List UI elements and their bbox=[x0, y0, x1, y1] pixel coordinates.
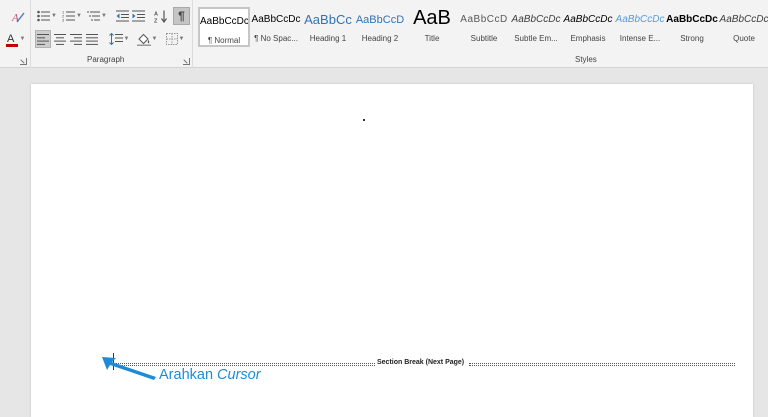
style-name: Quote bbox=[733, 34, 755, 43]
font-group-fragment: A A ▼ bbox=[0, 0, 30, 68]
borders-icon bbox=[165, 33, 178, 45]
borders-button[interactable]: ▼ bbox=[163, 30, 187, 48]
sort-button[interactable]: A Z bbox=[152, 7, 169, 25]
decrease-indent-icon bbox=[116, 10, 129, 22]
style-emphasis[interactable]: AaBbCcDc Emphasis bbox=[562, 7, 614, 47]
style-title[interactable]: AaB Title bbox=[406, 7, 458, 47]
svg-text:Z: Z bbox=[154, 18, 158, 23]
style-sample: AaBbCcDc bbox=[666, 14, 718, 25]
style-name: Heading 1 bbox=[309, 34, 347, 43]
style-sample: AaB bbox=[413, 7, 451, 29]
numbering-button[interactable]: 1 2 3 ▼ bbox=[60, 7, 84, 25]
style-sample: AaBbCcDc bbox=[563, 14, 613, 25]
style-name: Subtitle bbox=[470, 34, 498, 43]
styles-group-label: Styles bbox=[575, 55, 597, 64]
section-break-line-right bbox=[469, 363, 735, 366]
chevron-down-icon: ▼ bbox=[76, 13, 82, 19]
text-effects-button[interactable]: A bbox=[9, 8, 27, 26]
style-name: ¶ No Spac... bbox=[254, 34, 298, 43]
style-name: Title bbox=[424, 34, 440, 43]
style-name: ¶ Normal bbox=[207, 36, 241, 45]
style-sample: AaBbCcDc bbox=[719, 14, 768, 25]
style-name: Strong bbox=[680, 34, 704, 43]
style-sample: AaBbCcDc bbox=[615, 14, 665, 25]
style-sample: AaBbCcD bbox=[460, 14, 508, 25]
justify-icon bbox=[86, 33, 98, 45]
show-formatting-marks-icon: ¶ bbox=[178, 9, 185, 23]
ribbon: A A ▼ ▼ 1 2 3 ▼ ▼ A Z ¶ ▼ ▼ ▼ Paragraph … bbox=[0, 0, 768, 68]
chevron-down-icon: ▼ bbox=[178, 36, 185, 42]
style-heading-1[interactable]: AaBbCc Heading 1 bbox=[302, 7, 354, 47]
line-spacing-button[interactable]: ▼ bbox=[107, 30, 131, 48]
numbering-icon: 1 2 3 bbox=[62, 10, 76, 23]
annotation-arrow-icon bbox=[102, 357, 156, 380]
style-heading-2[interactable]: AaBbCcD Heading 2 bbox=[354, 7, 406, 47]
align-right-icon bbox=[70, 33, 82, 45]
align-right-button[interactable] bbox=[68, 30, 84, 48]
style-no-spacing[interactable]: AaBbCcDc ¶ No Spac... bbox=[250, 7, 302, 47]
chevron-down-icon: ▼ bbox=[101, 13, 107, 19]
style-sample: AaBbCcDc bbox=[251, 14, 301, 25]
increase-indent-button[interactable] bbox=[131, 7, 146, 25]
paragraph-dialog-launcher[interactable] bbox=[183, 58, 190, 65]
chevron-down-icon: ▼ bbox=[19, 36, 26, 42]
font-color-icon: A bbox=[5, 33, 18, 47]
shading-icon bbox=[136, 33, 151, 46]
style-name: Emphasis bbox=[570, 34, 606, 43]
style-strong[interactable]: AaBbCcDc Strong bbox=[666, 7, 718, 47]
svg-text:A: A bbox=[154, 11, 158, 17]
chevron-down-icon: ▼ bbox=[123, 36, 130, 42]
show-formatting-marks-button[interactable]: ¶ bbox=[173, 7, 190, 25]
style-name: Heading 2 bbox=[361, 34, 399, 43]
justify-button[interactable] bbox=[84, 30, 100, 48]
decrease-indent-button[interactable] bbox=[115, 7, 130, 25]
increase-indent-icon bbox=[132, 10, 145, 22]
paragraph-group: ▼ 1 2 3 ▼ ▼ A Z ¶ ▼ ▼ ▼ Paragraph bbox=[30, 0, 193, 68]
styles-gallery: AaBbCcDc ¶ Normal AaBbCcDc ¶ No Spac... … bbox=[194, 0, 768, 68]
multilevel-list-button[interactable]: ▼ bbox=[85, 7, 109, 25]
style-intense-emphasis[interactable]: AaBbCcDc Intense E... bbox=[614, 7, 666, 47]
font-color-button[interactable]: A ▼ bbox=[3, 30, 27, 48]
style-sample: AaBbCcDc bbox=[511, 14, 561, 25]
multilevel-list-icon bbox=[87, 11, 101, 21]
style-normal[interactable]: AaBbCcDc ¶ Normal bbox=[198, 7, 250, 47]
style-sample: AaBbCcDc bbox=[200, 16, 248, 27]
style-subtitle[interactable]: AaBbCcD Subtitle bbox=[458, 7, 510, 47]
align-center-icon bbox=[54, 33, 66, 45]
chevron-down-icon: ▼ bbox=[51, 13, 57, 19]
style-quote[interactable]: AaBbCcDc Quote bbox=[718, 7, 768, 47]
svg-text:A: A bbox=[7, 33, 15, 45]
bullets-icon bbox=[37, 10, 51, 22]
paragraph-mark bbox=[363, 119, 365, 121]
svg-text:3: 3 bbox=[62, 18, 65, 23]
shading-button[interactable]: ▼ bbox=[135, 30, 159, 48]
bullets-button[interactable]: ▼ bbox=[35, 7, 59, 25]
annotation-emphasis: Cursor bbox=[217, 367, 261, 383]
align-left-button[interactable] bbox=[35, 30, 51, 48]
align-center-button[interactable] bbox=[52, 30, 68, 48]
annotation-text: Arahkan bbox=[159, 367, 214, 383]
sort-icon: A Z bbox=[154, 10, 167, 23]
annotation-label: Arahkan Cursor bbox=[159, 367, 261, 383]
font-dialog-launcher[interactable] bbox=[20, 58, 27, 65]
line-spacing-icon bbox=[108, 33, 123, 45]
paragraph-group-label: Paragraph bbox=[87, 55, 125, 64]
document-area: Section Break (Next Page) Arahkan Cursor bbox=[0, 69, 768, 417]
chevron-down-icon: ▼ bbox=[151, 36, 158, 42]
style-name: Intense E... bbox=[619, 34, 661, 43]
style-sample: AaBbCcD bbox=[355, 14, 405, 26]
style-sample: AaBbCc bbox=[304, 12, 352, 27]
svg-text:A: A bbox=[11, 12, 19, 24]
style-subtle-emphasis[interactable]: AaBbCcDc Subtle Em... bbox=[510, 7, 562, 47]
style-name: Subtle Em... bbox=[514, 34, 558, 43]
text-effects-icon: A bbox=[11, 12, 25, 24]
align-left-icon bbox=[37, 33, 49, 45]
section-break-label: Section Break (Next Page) bbox=[377, 359, 465, 366]
